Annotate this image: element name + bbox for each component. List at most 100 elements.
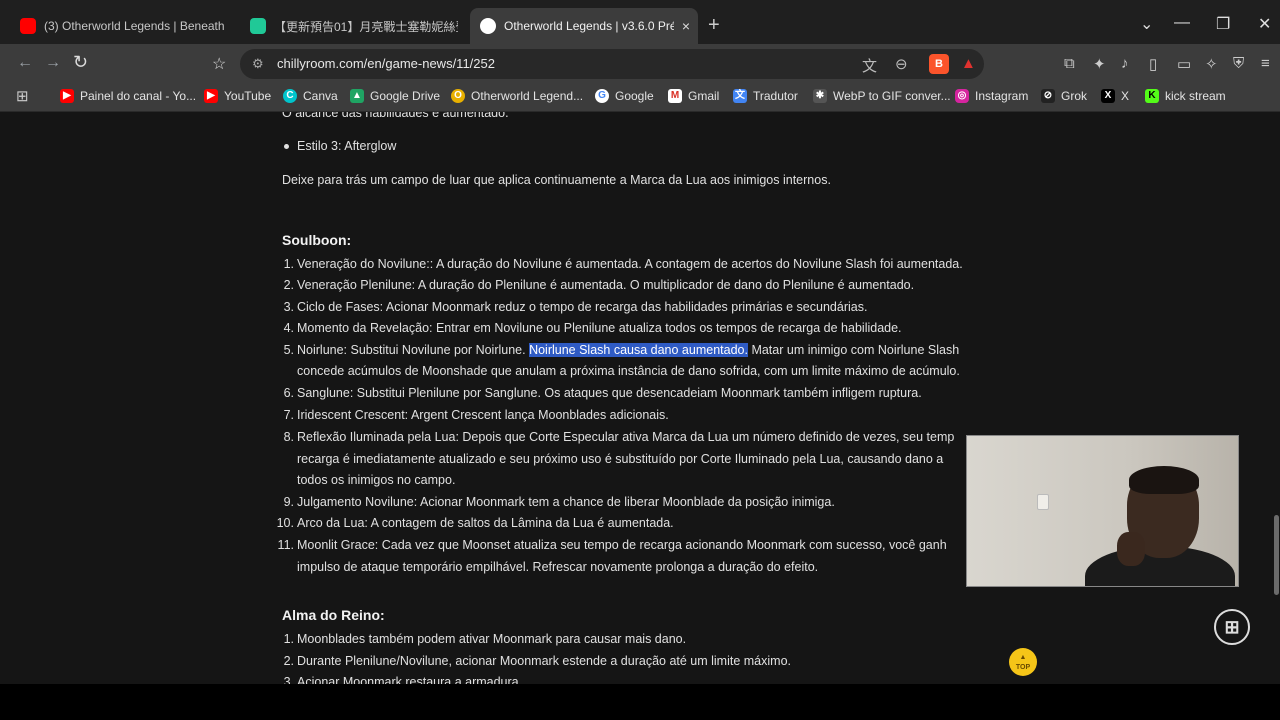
menu-icon[interactable]: ≡ xyxy=(1261,55,1270,72)
gmail-icon: M xyxy=(668,89,682,103)
tab-update-preview[interactable]: 【更新預告01】月亮戰士塞勒妮絲登場 xyxy=(240,8,468,44)
bookmark-item[interactable]: ▲ Google Drive xyxy=(350,89,440,103)
list-number: 3. xyxy=(283,675,294,684)
site-info-icon[interactable]: ⚙ xyxy=(252,56,264,72)
tab-otherworld-youtube[interactable]: (3) Otherworld Legends | Beneath the xyxy=(10,8,238,44)
bookmark-label: Gmail xyxy=(688,89,720,103)
bookmark-item[interactable]: O Otherworld Legend... xyxy=(451,89,583,103)
media-icon[interactable]: ♪ xyxy=(1121,55,1129,72)
close-tab-icon[interactable]: × xyxy=(682,18,690,34)
sidebar-icon[interactable]: ▯ xyxy=(1149,55,1157,73)
bookmark-label: Grok xyxy=(1061,89,1088,103)
url-text[interactable]: chillyroom.com/en/game-news/11/252 xyxy=(277,56,495,71)
restore-button[interactable]: ❐ xyxy=(1216,14,1230,34)
reload-button[interactable]: ↻ xyxy=(73,52,88,73)
list-text: Noirlune: Substitui Novilune por Noirlun… xyxy=(297,343,530,357)
bookmark-label: Otherworld Legend... xyxy=(471,89,584,103)
realm-soul-heading: Alma do Reino: xyxy=(282,607,385,623)
translate-icon[interactable]: 文 xyxy=(862,55,877,76)
list-number: 1. xyxy=(283,257,294,271)
site-icon xyxy=(250,18,266,34)
instagram-icon: ◎ xyxy=(955,89,969,103)
bookmark-item[interactable]: ▶ YouTube xyxy=(204,89,271,103)
list-number: 3. xyxy=(283,300,294,314)
bookmark-label: Canva xyxy=(303,89,338,103)
apps-grid-icon[interactable]: ⊞ xyxy=(16,87,29,105)
list-item: Momento da Revelação: Entrar em Novilune… xyxy=(297,321,902,335)
list-item: Acionar Moonmark restaura a armadura. xyxy=(297,675,523,684)
list-number: 10. xyxy=(276,516,294,530)
canva-icon: C xyxy=(283,89,297,103)
google-drive-icon: ▲ xyxy=(350,89,364,103)
list-item: Arco da Lua: A contagem de saltos da Lâm… xyxy=(297,516,674,530)
list-number: 2. xyxy=(283,654,294,668)
youtube-icon xyxy=(20,18,36,34)
close-window-button[interactable]: ✕ xyxy=(1258,14,1271,34)
translate-icon: 文 xyxy=(733,89,747,103)
bookmark-item[interactable]: Kkick stream xyxy=(1145,89,1226,103)
bookmark-item[interactable]: M Gmail xyxy=(668,89,719,103)
bookmark-label: X xyxy=(1121,89,1130,103)
address-bar[interactable]: ⚙ chillyroom.com/en/game-news/11/252 文 ⊖… xyxy=(240,49,984,79)
bookmark-item[interactable]: ⊘ Grok xyxy=(1041,89,1087,103)
vpn-icon[interactable]: ⛨ xyxy=(1233,55,1244,72)
tab-active-otherworld[interactable]: Otherworld Legends | v3.6.0 Pré × xyxy=(470,8,698,44)
bookmark-label: Instagram xyxy=(975,89,1029,103)
extensions-puzzle-icon[interactable]: ✦ xyxy=(1093,55,1106,73)
list-item: Moonblades também podem ativar Moonmark … xyxy=(297,632,687,646)
bookmark-item[interactable]: G Google xyxy=(595,89,654,103)
grok-icon: ⊘ xyxy=(1041,89,1055,103)
list-item: Noirlune: Substitui Novilune por Noirlun… xyxy=(297,343,959,357)
leo-ai-icon[interactable]: ✧ xyxy=(1205,55,1218,73)
list-number: 9. xyxy=(283,495,294,509)
bullet xyxy=(284,144,289,149)
bookmark-item[interactable]: ✱ WebP to GIF conver... xyxy=(813,89,951,103)
kick-icon: K xyxy=(1145,89,1159,103)
bookmark-item[interactable]: ◎ Instagram xyxy=(955,89,1028,103)
bookmark-label: Google Drive xyxy=(370,89,441,103)
bookmark-label: Painel do canal - Yo... xyxy=(80,89,197,103)
cut-text-line: O alcance das habilidades é aumentado. xyxy=(282,112,509,120)
bottom-bar xyxy=(0,684,1280,720)
webcam-overlay xyxy=(966,435,1239,587)
new-tab-button[interactable]: + xyxy=(708,14,720,37)
brave-shields-icon[interactable]: B xyxy=(929,54,949,74)
extension-icon[interactable]: ⧉ xyxy=(1064,55,1075,72)
list-number: 7. xyxy=(283,408,294,422)
brave-rewards-icon[interactable]: ▲ xyxy=(961,55,976,72)
bookmark-item[interactable]: ▶ Painel do canal - Yo... xyxy=(60,89,196,103)
otherworld-icon: O xyxy=(451,89,465,103)
style3-description: Deixe para trás um campo de luar que apl… xyxy=(282,173,831,187)
back-to-top-button[interactable]: ▲ TOP xyxy=(1009,648,1037,676)
chillyroom-logo-icon[interactable]: ⊞ xyxy=(1214,609,1250,645)
minimize-button[interactable]: — xyxy=(1174,14,1190,32)
tab-search-icon[interactable]: ⌄ xyxy=(1140,14,1153,34)
list-item: Veneração Plenilune: A duração do Plenil… xyxy=(297,278,915,292)
bookmarks-bar: ⊞ ▶ Painel do canal - Yo... ▶ YouTube C Can… xyxy=(0,84,1280,112)
webp-icon: ✱ xyxy=(813,89,827,103)
list-number: 1. xyxy=(283,632,294,646)
zoom-icon[interactable]: ⊖ xyxy=(895,55,908,73)
tab-label: (3) Otherworld Legends | Beneath the xyxy=(44,19,228,33)
style3-title: Estilo 3: Afterglow xyxy=(297,139,397,153)
list-item-continuation: todos os inimigos no campo. xyxy=(297,473,456,487)
site-icon xyxy=(480,18,496,34)
tab-label: Otherworld Legends | v3.6.0 Pré xyxy=(504,19,674,33)
top-label: TOP xyxy=(1015,664,1031,671)
bookmark-item[interactable]: XX xyxy=(1101,89,1129,103)
bookmark-label: Tradutor xyxy=(753,89,798,103)
bookmark-label: YouTube xyxy=(224,89,272,103)
back-button[interactable]: ← xyxy=(17,54,33,72)
wallet-icon[interactable]: ▭ xyxy=(1177,55,1191,73)
list-item-continuation: recarga é imediatamente atualizado e seu… xyxy=(297,452,944,466)
person-hair xyxy=(1129,466,1199,494)
bookmark-item[interactable]: C Canva xyxy=(283,89,338,103)
page-scrollbar[interactable] xyxy=(1274,515,1279,595)
tab-strip: (3) Otherworld Legends | Beneath the 【更新… xyxy=(0,0,1280,48)
forward-button[interactable]: → xyxy=(45,54,61,72)
list-item: Durante Plenilune/Novilune, acionar Moon… xyxy=(297,654,792,668)
list-item: Reflexão Iluminada pela Lua: Depois que … xyxy=(297,430,955,444)
bookmark-star-icon[interactable]: ☆ xyxy=(212,54,226,74)
bookmark-item[interactable]: 文 Tradutor xyxy=(733,89,798,103)
list-item: Sanglune: Substitui Plenilune por Sanglu… xyxy=(297,386,922,400)
